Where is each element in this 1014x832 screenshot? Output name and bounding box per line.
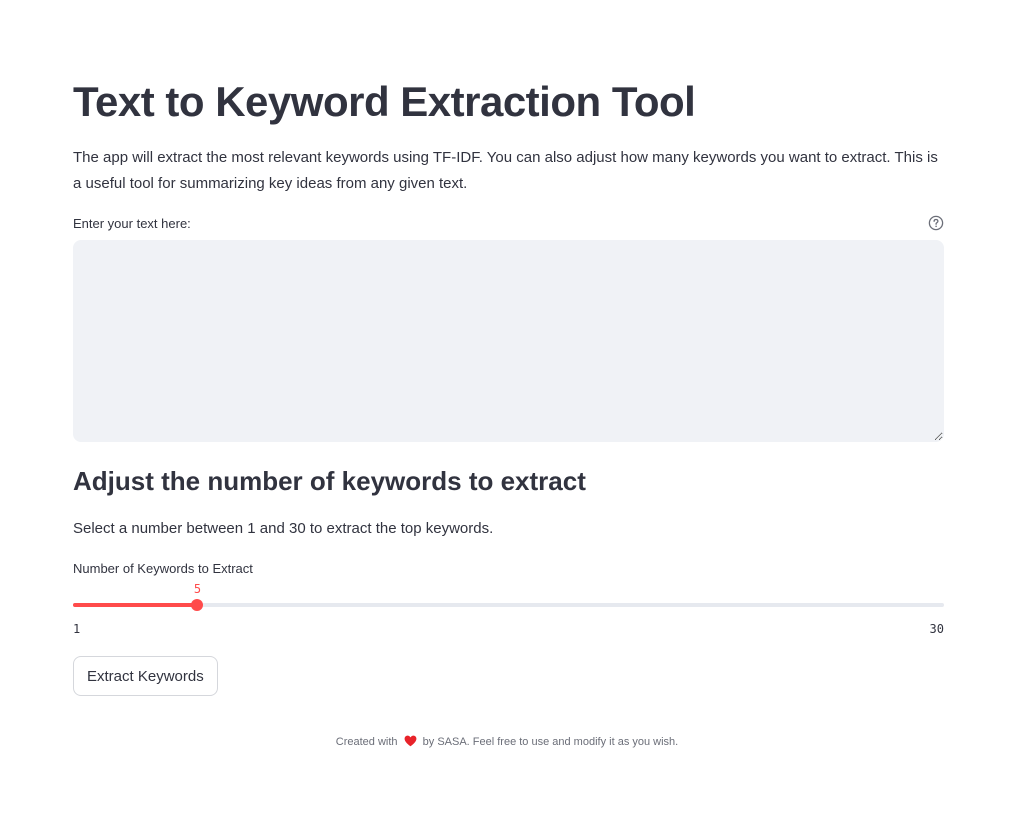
slider-max-label: 30: [929, 622, 944, 636]
text-input-label-row: Enter your text here:: [73, 214, 944, 234]
section-description: Select a number between 1 and 30 to extr…: [73, 520, 494, 537]
slider-value-label: 5: [193, 582, 202, 596]
slider-track[interactable]: [73, 603, 944, 607]
slider-fill: [73, 603, 198, 607]
section-heading: Adjust the number of keywords to extract: [73, 466, 586, 496]
heart-icon: [404, 735, 417, 750]
footer-suffix: by SASA. Feel free to use and modify it …: [422, 736, 679, 748]
slider-min-label: 1: [73, 622, 81, 636]
question-circle-icon[interactable]: [928, 215, 944, 231]
text-input[interactable]: [73, 240, 944, 442]
intro-description: The app will extract the most relevant k…: [73, 149, 938, 192]
footer: Created with by SASA. Feel free to use a…: [0, 735, 1014, 750]
footer-prefix: Created with: [335, 736, 398, 748]
keyword-count-slider[interactable]: 5 1 30: [73, 580, 944, 640]
page-title: Text to Keyword Extraction Tool: [73, 78, 696, 125]
extract-keywords-button[interactable]: Extract Keywords: [73, 656, 218, 696]
text-input-container: [73, 240, 944, 442]
slider-label: Number of Keywords to Extract: [73, 561, 253, 576]
slider-thumb[interactable]: [191, 599, 204, 611]
text-input-label: Enter your text here:: [73, 216, 191, 231]
